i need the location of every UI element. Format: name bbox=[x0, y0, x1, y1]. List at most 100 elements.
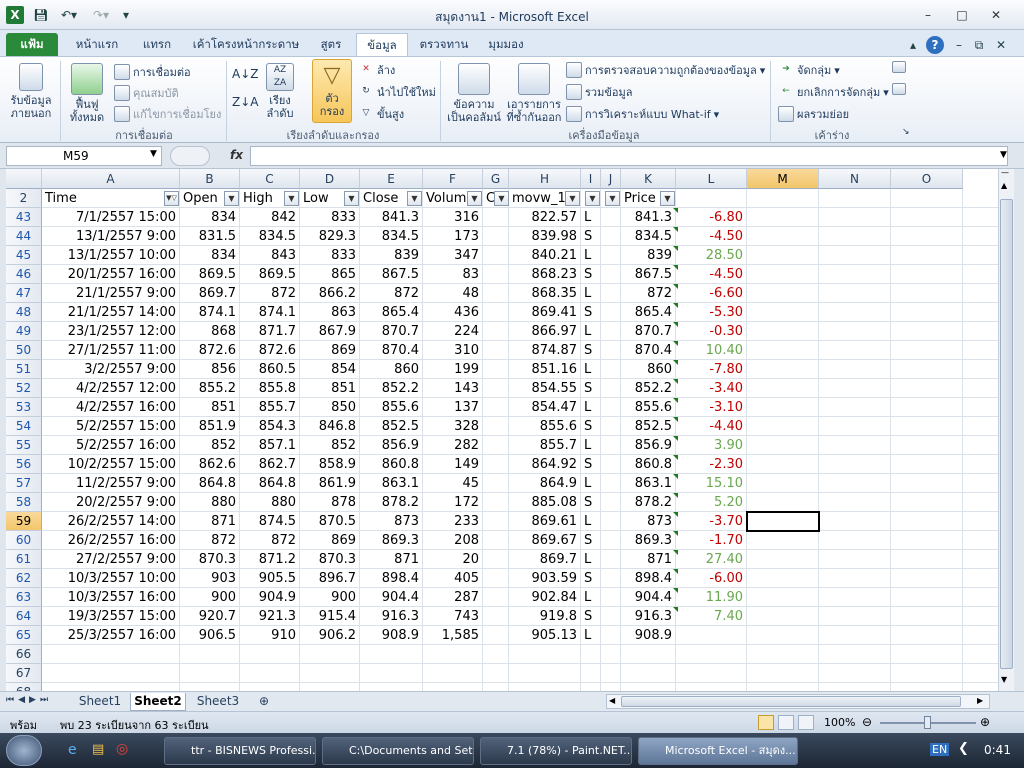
cell-diff[interactable]: -6.60 bbox=[676, 284, 747, 303]
cell-o[interactable] bbox=[891, 512, 963, 531]
cell-open[interactable] bbox=[180, 664, 240, 683]
row-header[interactable]: 63 bbox=[6, 588, 42, 607]
cell-diff[interactable]: 7.40 bbox=[676, 607, 747, 626]
cell-price[interactable]: 872 bbox=[621, 284, 676, 303]
cell-g[interactable] bbox=[483, 531, 509, 550]
column-header-f[interactable]: F bbox=[423, 169, 483, 189]
cell-time[interactable]: 27/1/2557 11:00 bbox=[42, 341, 180, 360]
cell-j[interactable] bbox=[601, 417, 621, 436]
language-indicator[interactable]: EN bbox=[930, 743, 950, 756]
cell-open[interactable]: 903 bbox=[180, 569, 240, 588]
cell-close[interactable]: 869.3 bbox=[360, 531, 423, 550]
cell-time[interactable]: 11/2/2557 9:00 bbox=[42, 474, 180, 493]
cell-n[interactable] bbox=[819, 417, 891, 436]
cell-price[interactable]: 870.7 bbox=[621, 322, 676, 341]
clock[interactable]: 0:41 bbox=[984, 743, 1011, 757]
cell-volume[interactable]: 287 bbox=[423, 588, 483, 607]
cell-mov[interactable]: 902.84 bbox=[509, 588, 581, 607]
tab-page-layout[interactable]: เค้าโครงหน้ากระดาษ bbox=[186, 33, 306, 56]
cell-m[interactable] bbox=[747, 265, 819, 284]
horizontal-scrollbar[interactable]: ◀ ▶ bbox=[606, 694, 990, 709]
cell-mov[interactable]: 851.16 bbox=[509, 360, 581, 379]
cell-o[interactable] bbox=[891, 455, 963, 474]
row-header[interactable]: 61 bbox=[6, 550, 42, 569]
cell-n[interactable] bbox=[819, 569, 891, 588]
zoom-level[interactable]: 100% bbox=[824, 716, 855, 729]
cell-o[interactable] bbox=[891, 360, 963, 379]
text-to-columns-button[interactable]: ข้อความ เป็นคอลัมน์ bbox=[444, 63, 504, 124]
cell-g[interactable] bbox=[483, 569, 509, 588]
cell-price[interactable]: 873 bbox=[621, 512, 676, 531]
cell-j[interactable] bbox=[601, 246, 621, 265]
cell-high[interactable]: 874.5 bbox=[240, 512, 300, 531]
cell-diff[interactable]: -3.10 bbox=[676, 398, 747, 417]
cell-diff[interactable]: 5.20 bbox=[676, 493, 747, 512]
taskbar-item-paintnet[interactable]: 7.1 (78%) - Paint.NET... bbox=[480, 737, 632, 765]
cell-j[interactable] bbox=[601, 474, 621, 493]
cell-n[interactable] bbox=[819, 607, 891, 626]
cell-low[interactable]: 866.2 bbox=[300, 284, 360, 303]
column-header-l[interactable]: L bbox=[676, 169, 747, 189]
cell-close[interactable]: 878.2 bbox=[360, 493, 423, 512]
cell-open[interactable]: 870.3 bbox=[180, 550, 240, 569]
cell-high[interactable]: 834.5 bbox=[240, 227, 300, 246]
row-header[interactable]: 49 bbox=[6, 322, 42, 341]
cell-price[interactable]: 898.4 bbox=[621, 569, 676, 588]
cell-high[interactable]: 864.8 bbox=[240, 474, 300, 493]
cell-volume[interactable] bbox=[423, 664, 483, 683]
cell-volume[interactable]: 328 bbox=[423, 417, 483, 436]
cell-open[interactable]: 856 bbox=[180, 360, 240, 379]
cell-g[interactable] bbox=[483, 341, 509, 360]
cell-volume[interactable]: 199 bbox=[423, 360, 483, 379]
horizontal-scroll-thumb[interactable] bbox=[621, 696, 961, 707]
cell-g[interactable] bbox=[483, 607, 509, 626]
row-header[interactable]: 52 bbox=[6, 379, 42, 398]
cell-low[interactable]: 915.4 bbox=[300, 607, 360, 626]
cell-open[interactable]: 868 bbox=[180, 322, 240, 341]
cell-side[interactable]: S bbox=[581, 265, 601, 284]
cell-g[interactable] bbox=[483, 303, 509, 322]
cell-m[interactable] bbox=[747, 645, 819, 664]
cell-mov[interactable]: 874.87 bbox=[509, 341, 581, 360]
cell-n[interactable] bbox=[819, 531, 891, 550]
cell-volume[interactable]: 224 bbox=[423, 322, 483, 341]
workbook-close-icon[interactable]: ✕ bbox=[992, 36, 1010, 54]
cell-diff[interactable]: -4.50 bbox=[676, 227, 747, 246]
cell-side[interactable]: S bbox=[581, 379, 601, 398]
cell-o[interactable] bbox=[891, 284, 963, 303]
cell-side[interactable]: S bbox=[581, 455, 601, 474]
cell-open[interactable]: 880 bbox=[180, 493, 240, 512]
cell-side[interactable]: L bbox=[581, 322, 601, 341]
cell-price[interactable]: 834.5 bbox=[621, 227, 676, 246]
cell-o[interactable] bbox=[891, 664, 963, 683]
cell-o[interactable] bbox=[891, 417, 963, 436]
help-icon[interactable]: ? bbox=[926, 36, 944, 54]
cell-diff[interactable]: -1.70 bbox=[676, 531, 747, 550]
minimize-icon[interactable]: – bbox=[916, 6, 940, 24]
cell-n[interactable] bbox=[819, 265, 891, 284]
cell-n[interactable] bbox=[819, 246, 891, 265]
cell-low[interactable]: 869 bbox=[300, 341, 360, 360]
cell-time[interactable]: 4/2/2557 16:00 bbox=[42, 398, 180, 417]
cell-n[interactable] bbox=[819, 284, 891, 303]
cell-side[interactable]: L bbox=[581, 246, 601, 265]
cell-open[interactable]: 831.5 bbox=[180, 227, 240, 246]
cell-j[interactable] bbox=[601, 322, 621, 341]
cell-high[interactable]: 862.7 bbox=[240, 455, 300, 474]
scroll-up-icon[interactable]: ▲ bbox=[1001, 181, 1007, 190]
cell-low[interactable]: 869 bbox=[300, 531, 360, 550]
cell-side[interactable]: S bbox=[581, 417, 601, 436]
normal-view-icon[interactable] bbox=[758, 715, 774, 730]
cell-o[interactable] bbox=[891, 474, 963, 493]
tab-view[interactable]: มุมมอง bbox=[478, 33, 534, 56]
cell-price[interactable] bbox=[621, 645, 676, 664]
cell-n[interactable] bbox=[819, 208, 891, 227]
filter-dropdown-icon[interactable]: ▼ bbox=[344, 191, 359, 206]
cell-m[interactable] bbox=[747, 284, 819, 303]
cell-diff[interactable]: -0.30 bbox=[676, 322, 747, 341]
cell-j[interactable] bbox=[601, 379, 621, 398]
cell-open[interactable]: 871 bbox=[180, 512, 240, 531]
cell-j[interactable] bbox=[601, 493, 621, 512]
cell-j[interactable] bbox=[601, 512, 621, 531]
connections-button[interactable]: การเชื่อมต่อ bbox=[114, 63, 191, 81]
